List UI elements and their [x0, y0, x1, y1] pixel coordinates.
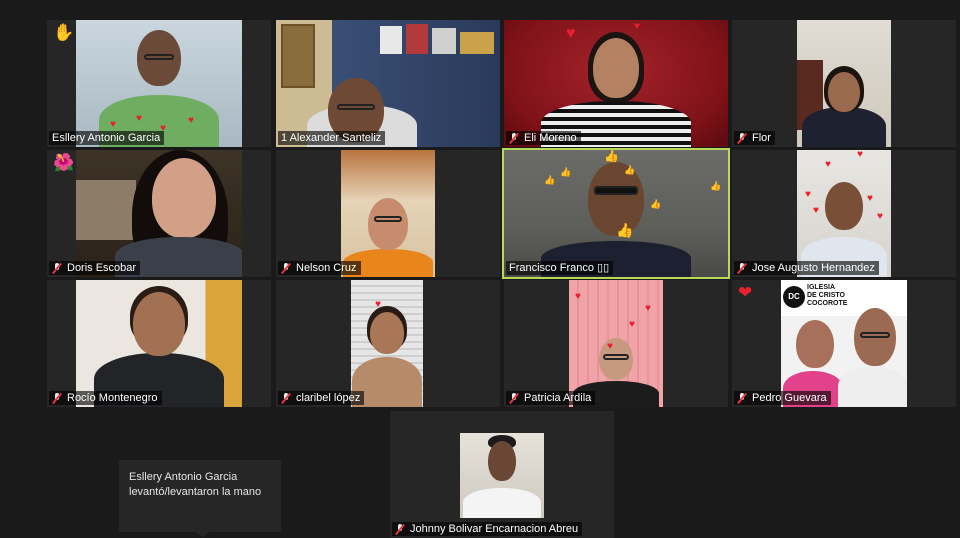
participant-name-bar: Johnny Bolivar Encarnacion Abreu	[392, 522, 583, 536]
active-speaker-tile[interactable]: 👍 👍 👍 👍 👍 👍 👍 Francisco Franco ▯▯	[502, 148, 730, 279]
video-feed: ♥ ♥ ♥ ♥ ♥ ♥	[797, 150, 891, 277]
muted-mic-icon	[509, 132, 519, 144]
muted-mic-icon	[737, 262, 747, 274]
participant-name-bar: 1 Alexander Santeliz	[278, 131, 386, 145]
participant-name-bar: Pedro Guevara	[734, 391, 831, 405]
video-feed	[276, 20, 500, 147]
muted-mic-icon	[52, 262, 62, 274]
video-tile[interactable]: Johnny Bolivar Encarnacion Abreu	[390, 411, 614, 538]
participant-name: Flor	[752, 132, 771, 144]
muted-mic-icon	[737, 132, 747, 144]
participant-name: Esllery Antonio Garcia	[52, 132, 161, 144]
video-feed	[341, 150, 435, 277]
participant-name: 1 Alexander Santeliz	[281, 132, 382, 144]
participant-name: Doris Escobar	[67, 262, 137, 274]
participant-name: Nelson Cruz	[296, 262, 357, 274]
muted-mic-icon	[281, 392, 291, 404]
video-tile[interactable]: Rocío Montenegro	[47, 280, 271, 407]
participant-name-bar: Jose Augusto Hernandez	[734, 261, 879, 275]
video-feed: ♥	[351, 280, 423, 407]
participant-name-bar: Esllery Antonio Garcia	[49, 131, 165, 145]
participant-name: Rocío Montenegro	[67, 392, 158, 404]
participant-name-bar: Eli Moreno	[506, 131, 581, 145]
video-feed	[460, 433, 544, 518]
participant-name-bar: Nelson Cruz	[278, 261, 361, 275]
participant-name: Francisco Franco ▯▯	[509, 262, 610, 274]
muted-mic-icon	[281, 262, 291, 274]
video-feed: ♥ ♥	[504, 20, 728, 147]
muted-mic-icon	[737, 392, 747, 404]
video-tile[interactable]: Nelson Cruz	[276, 150, 500, 277]
participant-name: Johnny Bolivar Encarnacion Abreu	[410, 523, 579, 535]
participant-name-bar: Patricia Ardila	[506, 391, 596, 405]
video-tile[interactable]: DC IGLESIA DE CRISTO COCOROTE ❤ Pedro Guev…	[732, 280, 956, 407]
participant-name: Patricia Ardila	[524, 392, 592, 404]
notification-text: Esllery Antonio Garcia levantó/levantaro…	[129, 471, 262, 498]
video-feed	[76, 150, 242, 277]
participant-name-bar: Francisco Franco ▯▯	[506, 261, 614, 275]
raised-hand-icon: ✋	[53, 23, 75, 42]
video-tile[interactable]: Flor	[732, 20, 956, 147]
raised-hand-notification: Esllery Antonio Garcia levantó/levantaro…	[119, 460, 281, 538]
video-tile[interactable]: 1 Alexander Santeliz	[276, 20, 500, 147]
heart-reaction-icon: ❤	[738, 283, 753, 302]
participant-name-bar: Flor	[734, 131, 775, 145]
video-tile[interactable]: ♥ ♥ ♥ ♥ ♥ ♥ Jose Augusto Hernandez	[732, 150, 956, 277]
participant-name: Pedro Guevara	[752, 392, 827, 404]
participant-name-bar: claribel lópez	[278, 391, 365, 405]
video-feed	[797, 20, 891, 147]
video-tile[interactable]: ♥ claribel lópez	[276, 280, 500, 407]
video-tile[interactable]: 🌺 Doris Escobar	[47, 150, 271, 277]
participant-name-bar: Doris Escobar	[49, 261, 141, 275]
video-tile[interactable]: ♥ ♥ ♥ ♥ ✋ Esllery Antonio Garcia	[47, 20, 271, 147]
video-tile[interactable]: ♥ ♥ Eli Moreno	[504, 20, 728, 147]
video-feed	[76, 280, 242, 407]
participant-name: Jose Augusto Hernandez	[752, 262, 875, 274]
video-feed: DC IGLESIA DE CRISTO COCOROTE	[781, 280, 907, 407]
muted-mic-icon	[509, 392, 519, 404]
church-sign-text: IGLESIA DE CRISTO COCOROTE	[807, 284, 848, 307]
church-logo: DC	[783, 286, 805, 308]
flower-reaction-icon: 🌺	[53, 153, 75, 172]
video-feed: 👍 👍 👍 👍 👍 👍 👍	[504, 150, 728, 277]
video-feed: ♥ ♥ ♥ ♥	[569, 280, 663, 407]
video-tile[interactable]: ♥ ♥ ♥ ♥ Patricia Ardila	[504, 280, 728, 407]
muted-mic-icon	[52, 392, 62, 404]
muted-mic-icon	[395, 523, 405, 535]
participant-name-bar: Rocío Montenegro	[49, 391, 162, 405]
participant-name: claribel lópez	[296, 392, 361, 404]
video-feed: ♥ ♥ ♥ ♥	[76, 20, 242, 147]
participant-name: Eli Moreno	[524, 132, 577, 144]
